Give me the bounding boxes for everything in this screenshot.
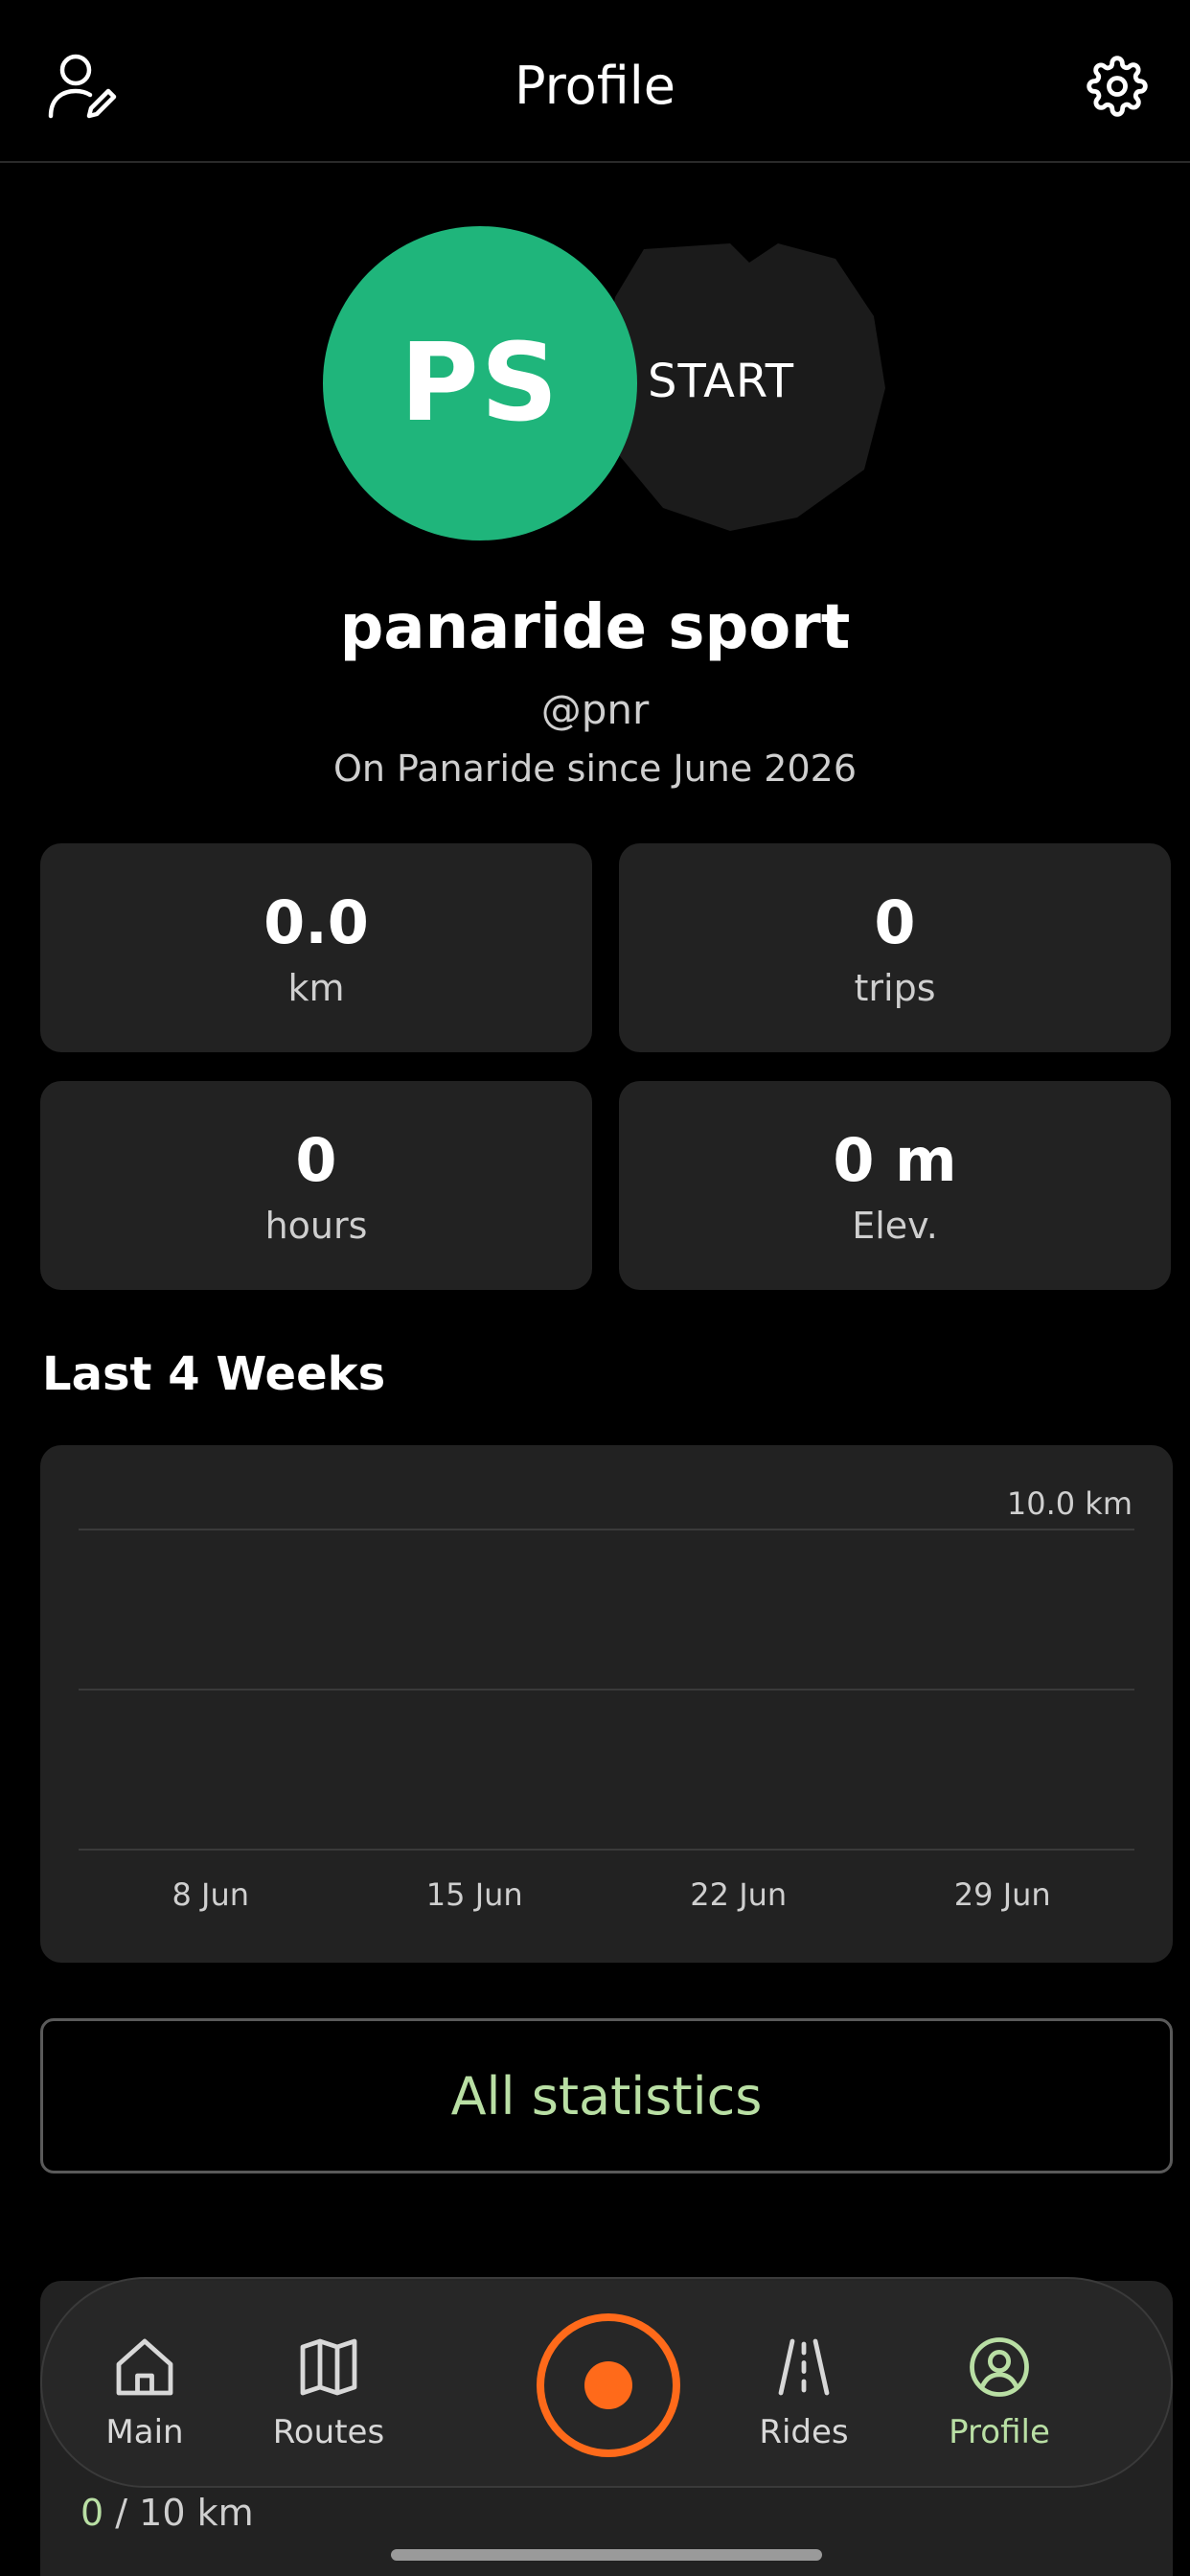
nav-label: Routes: [272, 2413, 385, 2451]
goal-current: 0: [80, 2492, 104, 2534]
badge-label: START: [648, 355, 795, 408]
all-statistics-button[interactable]: All statistics: [40, 2018, 1173, 2174]
nav-profile[interactable]: Profile: [918, 2331, 1081, 2451]
record-icon: [584, 2361, 632, 2409]
user-handle: @pnr: [540, 686, 650, 733]
profile-screen: Profile START PS panaride sport @pnr On …: [0, 0, 1190, 2576]
gear-icon[interactable]: [1077, 46, 1157, 126]
home-icon: [63, 2331, 226, 2404]
map-icon: [247, 2331, 410, 2404]
stat-label: trips: [854, 967, 936, 1009]
stat-card-hours: 0 hours: [40, 1081, 592, 1290]
stat-label: Elev.: [852, 1205, 938, 1247]
stat-card-trips: 0 trips: [619, 843, 1171, 1052]
avatar[interactable]: PS: [323, 226, 637, 540]
member-since: On Panaride since June 2026: [332, 748, 858, 790]
weekly-chart-card: 10.0 km 8 Jun 15 Jun 22 Jun 29 Jun: [40, 1445, 1173, 1963]
app-header: Profile: [0, 0, 1190, 163]
stat-value: 0: [295, 1125, 337, 1195]
record-button[interactable]: [537, 2313, 680, 2457]
nav-label: Profile: [949, 2413, 1050, 2451]
chart-tick-label: 29 Jun: [954, 1876, 1051, 1913]
section-title-last-weeks: Last 4 Weeks: [42, 1347, 386, 1401]
stat-card-elevation: 0 m Elev.: [619, 1081, 1171, 1290]
road-icon: [722, 2331, 885, 2404]
nav-main[interactable]: Main: [63, 2331, 226, 2451]
nav-label: Rides: [759, 2413, 849, 2451]
stat-value: 0 m: [833, 1125, 957, 1195]
stat-value: 0.0: [263, 887, 369, 957]
stat-label: hours: [264, 1205, 368, 1247]
weekly-distance-chart: 10.0 km 8 Jun 15 Jun 22 Jun 29 Jun: [79, 1485, 1134, 1913]
nav-rides[interactable]: Rides: [722, 2331, 885, 2451]
nav-routes[interactable]: Routes: [247, 2331, 410, 2451]
user-name: panaride sport: [339, 592, 851, 663]
stat-card-distance: 0.0 km: [40, 843, 592, 1052]
profile-avatar-area: START PS: [0, 220, 1190, 546]
avatar-initials: PS: [400, 321, 561, 446]
bottom-nav: Main Routes Rides Profile: [40, 2277, 1173, 2488]
profile-circle-icon: [918, 2331, 1081, 2404]
goal-progress: 0 / 10 km: [80, 2492, 254, 2534]
stat-label: km: [287, 967, 345, 1009]
nav-label: Main: [105, 2413, 184, 2451]
chart-max-label: 10.0 km: [1007, 1485, 1133, 1522]
page-title: Profile: [515, 56, 675, 116]
goal-target: / 10 km: [103, 2492, 254, 2534]
chart-tick-label: 15 Jun: [426, 1876, 523, 1913]
chart-tick-label: 22 Jun: [690, 1876, 787, 1913]
home-indicator[interactable]: [391, 2549, 822, 2561]
stat-value: 0: [874, 887, 916, 957]
chart-tick-label: 8 Jun: [172, 1876, 249, 1913]
